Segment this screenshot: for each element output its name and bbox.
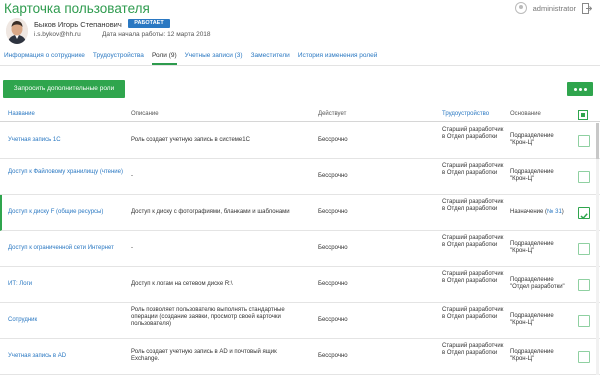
basis-prefix: Назначение ( [510,209,548,215]
table-row: Сотрудник Роль позволяет пользователю вы… [0,303,600,339]
role-name-link[interactable]: Доступ к диску F (общие ресурсы) [8,209,123,216]
table-row: Учетная запись 1С Роль создает учетную з… [0,123,600,159]
status-badge: РАБОТАЕТ [128,19,170,28]
tab-bar: Информация о сотруднике Трудоустройства … [4,52,377,65]
role-validity: Бессрочно [318,281,348,287]
role-basis: Подразделение "Крон-Ц" [510,133,554,146]
table-header: Название Описание Действует Трудоустройс… [0,108,600,122]
role-name-link[interactable]: Сотрудник [8,317,123,324]
table-row: Доступ к ограниченной сети Интернет - Бе… [0,231,600,267]
role-description: Роль создает учетную запись в системе1С [131,137,250,143]
column-header-name[interactable]: Название [8,111,35,117]
more-dots-icon [583,87,587,91]
row-checkbox[interactable] [578,243,590,255]
role-employment: Старший разработчик в Отдел разработки [442,127,504,140]
user-avatar-icon [514,2,527,14]
basis-suffix: ) [561,209,564,215]
row-checkbox[interactable] [578,279,590,291]
role-employment: Старший разработчик в Отдел разработки [442,271,504,284]
role-description: - [131,173,133,179]
table-row: Доступ к Файловому хранилищу (чтение) - … [0,159,600,195]
role-employment: Старший разработчик в Отдел разработки [442,307,504,320]
column-header-basis: Основание [510,111,541,117]
user-full-name: Быков Игорь Степанович [34,20,122,29]
table-row: Доступ к диску F (общие ресурсы) Доступ … [0,195,600,231]
role-basis: Подразделение "Крон-Ц" [510,349,554,362]
role-basis: Подразделение "Крон-Ц" [510,241,554,254]
more-dots-icon [578,87,582,91]
role-validity: Бессрочно [318,209,348,215]
role-description: Роль создает учетную запись в AD и почто… [131,349,277,362]
logout-icon[interactable] [582,2,592,14]
admin-name: administrator [532,3,576,13]
more-dots-icon [573,87,577,91]
start-date: Дата начала работы: 12 марта 2018 [102,31,211,38]
user-photo [6,18,28,44]
role-validity: Бессрочно [318,173,348,179]
tab-divider [0,65,600,66]
user-email: i.s.bykov@hh.ru [34,31,81,38]
scrollbar-thumb[interactable] [596,123,599,159]
role-employment: Старший разработчик в Отдел разработки [442,235,504,248]
table-row: Учетная запись в AD Роль создает учетную… [0,339,600,375]
role-name-link[interactable]: Доступ к ограниченной сети Интернет [8,245,123,252]
role-validity: Бессрочно [318,245,348,251]
check-mark-icon [580,213,588,220]
admin-menu[interactable]: administrator [514,2,592,14]
row-checkbox[interactable] [578,351,590,363]
role-employment: Старший разработчик в Отдел разработки [442,343,504,356]
tab-deputies[interactable]: Заместители [251,52,290,65]
select-all-checkbox[interactable] [578,110,588,120]
role-description: Доступ к логам на сетевом диске R:\ [131,281,233,287]
tab-accounts[interactable]: Учетные записи (3) [185,52,243,65]
tab-roles[interactable]: Роли (9) [151,52,177,65]
role-name-link[interactable]: Доступ к Файловому хранилищу (чтение) [8,169,123,176]
request-roles-button[interactable]: Запросить дополнительные роли [3,80,125,98]
role-basis: Подразделение "Крон-Ц" [510,169,554,182]
role-basis: Подразделение "Крон-Ц" [510,313,554,326]
page-title: Карточка пользователя [4,1,150,16]
role-description: - [131,245,133,251]
tab-role-history[interactable]: История изменения ролей [298,52,378,65]
role-name-link[interactable]: ИТ: Логи [8,281,123,288]
role-employment: Старший разработчик в Отдел разработки [442,163,504,176]
role-validity: Бессрочно [318,353,348,359]
column-header-valid: Действует [318,111,347,117]
table-row: ИТ: Логи Доступ к логам на сетевом диске… [0,267,600,303]
role-description: Роль позволяет пользователю выполнять ст… [131,307,285,327]
scrollbar-track[interactable] [596,123,599,375]
role-validity: Бессрочно [318,317,348,323]
role-description: Доступ к диску с фотографиями, бланками … [131,209,290,215]
column-header-employment[interactable]: Трудоустройство [442,111,489,117]
role-employment: Старший разработчик в Отдел разработки [442,199,504,212]
role-basis: Назначение (№ 31) [510,209,572,216]
tab-employments[interactable]: Трудоустройства [93,52,144,65]
assignment-link[interactable]: № 31 [547,209,562,215]
column-header-description: Описание [131,111,159,117]
tab-employee-info[interactable]: Информация о сотруднике [4,52,85,65]
role-name-link[interactable]: Учетная запись в AD [8,353,123,360]
row-checkbox[interactable] [578,171,590,183]
role-name-link[interactable]: Учетная запись 1С [8,137,123,144]
role-basis: Подразделение "Отдел разработки" [510,277,565,290]
row-checkbox[interactable] [578,135,590,147]
role-validity: Бессрочно [318,137,348,143]
more-actions-button[interactable] [567,82,593,96]
row-checkbox[interactable] [578,315,590,327]
row-checkbox[interactable] [578,207,590,220]
